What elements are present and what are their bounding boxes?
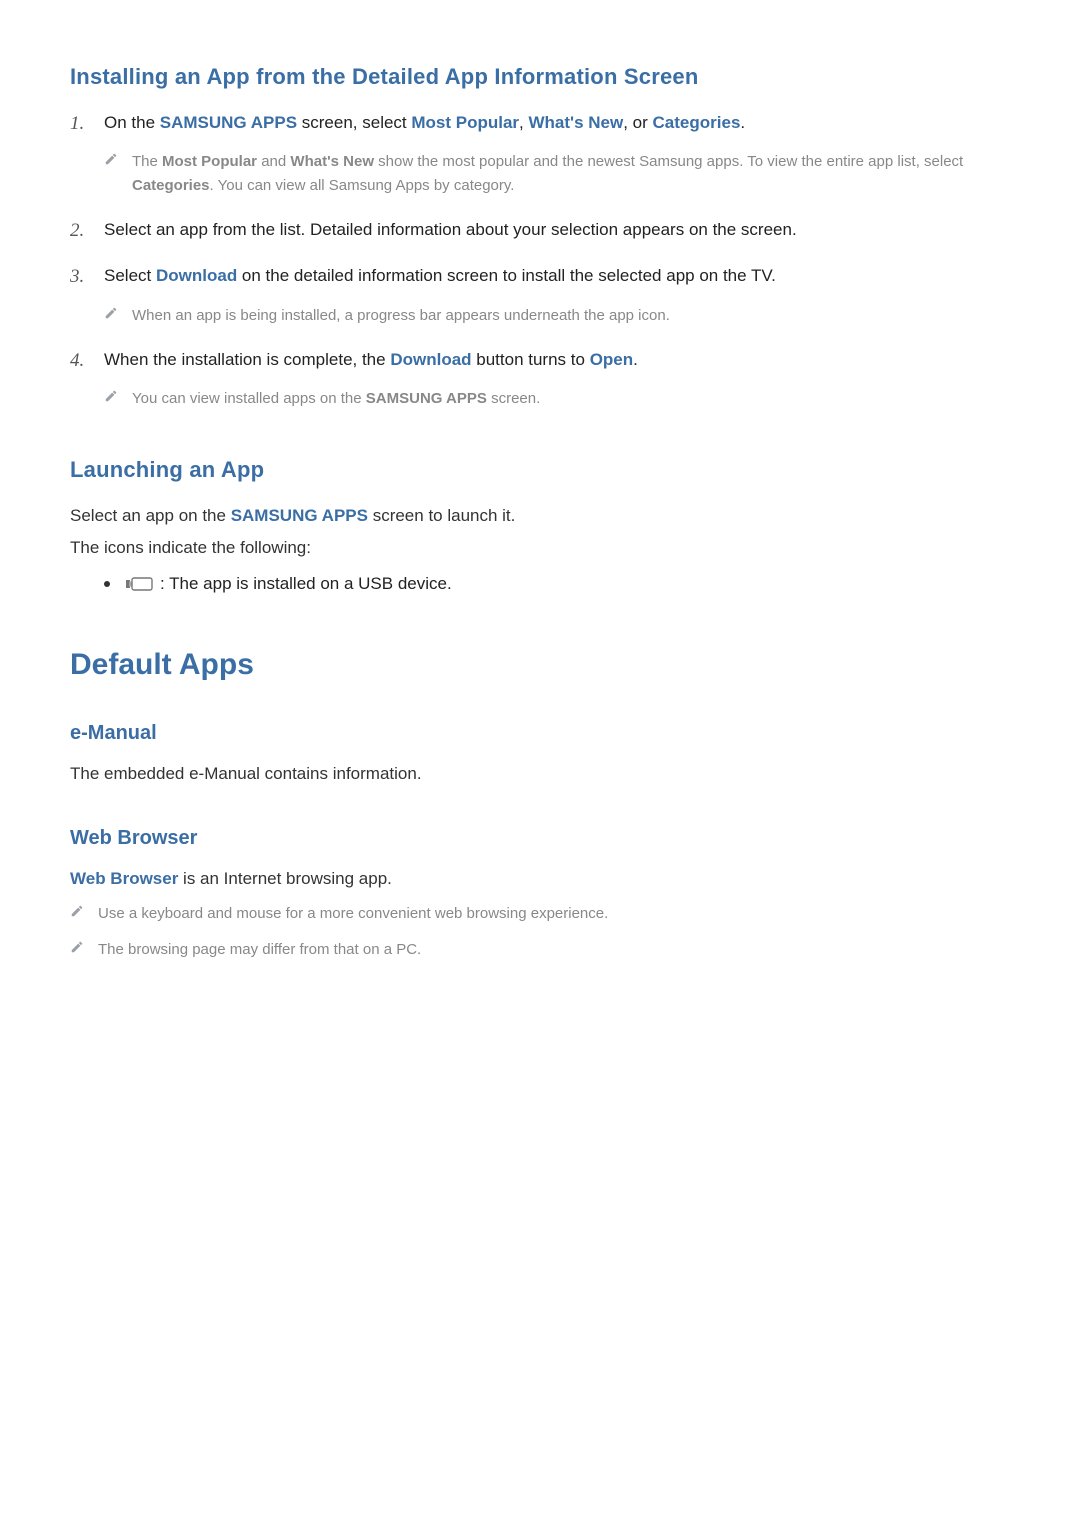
note-text: The browsing page may differ from that o… bbox=[98, 938, 1010, 961]
highlight: Most Popular bbox=[162, 153, 257, 170]
highlight: SAMSUNG APPS bbox=[231, 506, 368, 525]
pencil-icon bbox=[70, 902, 98, 925]
text: show the most popular and the newest Sam… bbox=[374, 153, 963, 170]
text: screen. bbox=[487, 390, 540, 407]
note: The Most Popular and What's New show the… bbox=[104, 150, 1010, 197]
highlight: Download bbox=[156, 266, 237, 285]
step-body: When the installation is complete, the D… bbox=[104, 347, 1010, 413]
pencil-icon bbox=[104, 150, 132, 197]
text: is an Internet browsing app. bbox=[178, 869, 392, 888]
heading-default-apps: Default Apps bbox=[70, 648, 1010, 682]
note-list: Use a keyboard and mouse for a more conv… bbox=[70, 902, 1010, 961]
text: When the installation is complete, the bbox=[104, 350, 390, 369]
text: screen to launch it. bbox=[368, 506, 515, 525]
text: screen, select bbox=[297, 113, 411, 132]
section-webbrowser: Web Browser Web Browser is an Internet b… bbox=[70, 827, 1010, 961]
text: . You can view all Samsung Apps by categ… bbox=[210, 177, 515, 194]
highlight: Categories bbox=[653, 113, 741, 132]
step-number: 1. bbox=[70, 110, 104, 199]
text: Select an app on the bbox=[70, 506, 231, 525]
note: When an app is being installed, a progre… bbox=[104, 304, 1010, 327]
text: on the detailed information screen to in… bbox=[237, 266, 776, 285]
note-text: Use a keyboard and mouse for a more conv… bbox=[98, 902, 1010, 925]
note-text: You can view installed apps on the SAMSU… bbox=[132, 387, 1010, 410]
text: button turns to bbox=[472, 350, 590, 369]
install-steps-list: 1. On the SAMSUNG APPS screen, select Mo… bbox=[70, 110, 1010, 413]
step-body: Select an app from the list. Detailed in… bbox=[104, 217, 1010, 246]
step-number: 2. bbox=[70, 217, 104, 246]
list-item: The browsing page may differ from that o… bbox=[70, 938, 1010, 961]
pencil-icon bbox=[104, 304, 132, 327]
note-text: The Most Popular and What's New show the… bbox=[132, 150, 1010, 197]
paragraph: Select an app on the SAMSUNG APPS screen… bbox=[70, 503, 1010, 529]
heading-webbrowser: Web Browser bbox=[70, 827, 1010, 850]
heading-emanual: e-Manual bbox=[70, 722, 1010, 745]
text: The bbox=[132, 153, 162, 170]
highlight: What's New bbox=[290, 153, 374, 170]
list-item: Use a keyboard and mouse for a more conv… bbox=[70, 902, 1010, 925]
highlight: Download bbox=[390, 350, 471, 369]
highlight: Open bbox=[590, 350, 633, 369]
bullet-icon bbox=[104, 581, 110, 587]
heading-installing: Installing an App from the Detailed App … bbox=[70, 64, 1010, 90]
section-launching: Launching an App Select an app on the SA… bbox=[70, 457, 1010, 598]
step-body: On the SAMSUNG APPS screen, select Most … bbox=[104, 110, 1010, 199]
highlight: SAMSUNG APPS bbox=[366, 390, 487, 407]
highlight: Categories bbox=[132, 177, 210, 194]
step-number: 3. bbox=[70, 263, 104, 329]
text: and bbox=[257, 153, 290, 170]
highlight: Web Browser bbox=[70, 869, 178, 888]
section-emanual: e-Manual The embedded e-Manual contains … bbox=[70, 722, 1010, 787]
text: : The app is installed on a USB device. bbox=[160, 571, 452, 597]
list-item: 1. On the SAMSUNG APPS screen, select Mo… bbox=[70, 110, 1010, 199]
text: . bbox=[740, 113, 745, 132]
step-body: Select Download on the detailed informat… bbox=[104, 263, 1010, 329]
pencil-icon bbox=[104, 387, 132, 410]
text: . bbox=[633, 350, 638, 369]
text: Select bbox=[104, 266, 156, 285]
text: On the bbox=[104, 113, 160, 132]
text: , bbox=[519, 113, 528, 132]
highlight: Most Popular bbox=[411, 113, 519, 132]
heading-launching: Launching an App bbox=[70, 457, 1010, 483]
usb-icon bbox=[126, 576, 154, 592]
paragraph: The icons indicate the following: bbox=[70, 535, 1010, 561]
section-installing: Installing an App from the Detailed App … bbox=[70, 64, 1010, 413]
list-item: : The app is installed on a USB device. bbox=[104, 571, 1010, 597]
paragraph: Web Browser is an Internet browsing app. bbox=[70, 866, 1010, 892]
list-item: 3. Select Download on the detailed infor… bbox=[70, 263, 1010, 329]
note-text: When an app is being installed, a progre… bbox=[132, 304, 1010, 327]
highlight: What's New bbox=[529, 113, 624, 132]
icon-legend-list: : The app is installed on a USB device. bbox=[104, 571, 1010, 597]
highlight: SAMSUNG APPS bbox=[160, 113, 297, 132]
text: You can view installed apps on the bbox=[132, 390, 366, 407]
text: , or bbox=[623, 113, 652, 132]
list-item: 4. When the installation is complete, th… bbox=[70, 347, 1010, 413]
pencil-icon bbox=[70, 938, 98, 961]
list-item: 2. Select an app from the list. Detailed… bbox=[70, 217, 1010, 246]
step-number: 4. bbox=[70, 347, 104, 413]
note: You can view installed apps on the SAMSU… bbox=[104, 387, 1010, 410]
paragraph: The embedded e-Manual contains informati… bbox=[70, 761, 1010, 787]
